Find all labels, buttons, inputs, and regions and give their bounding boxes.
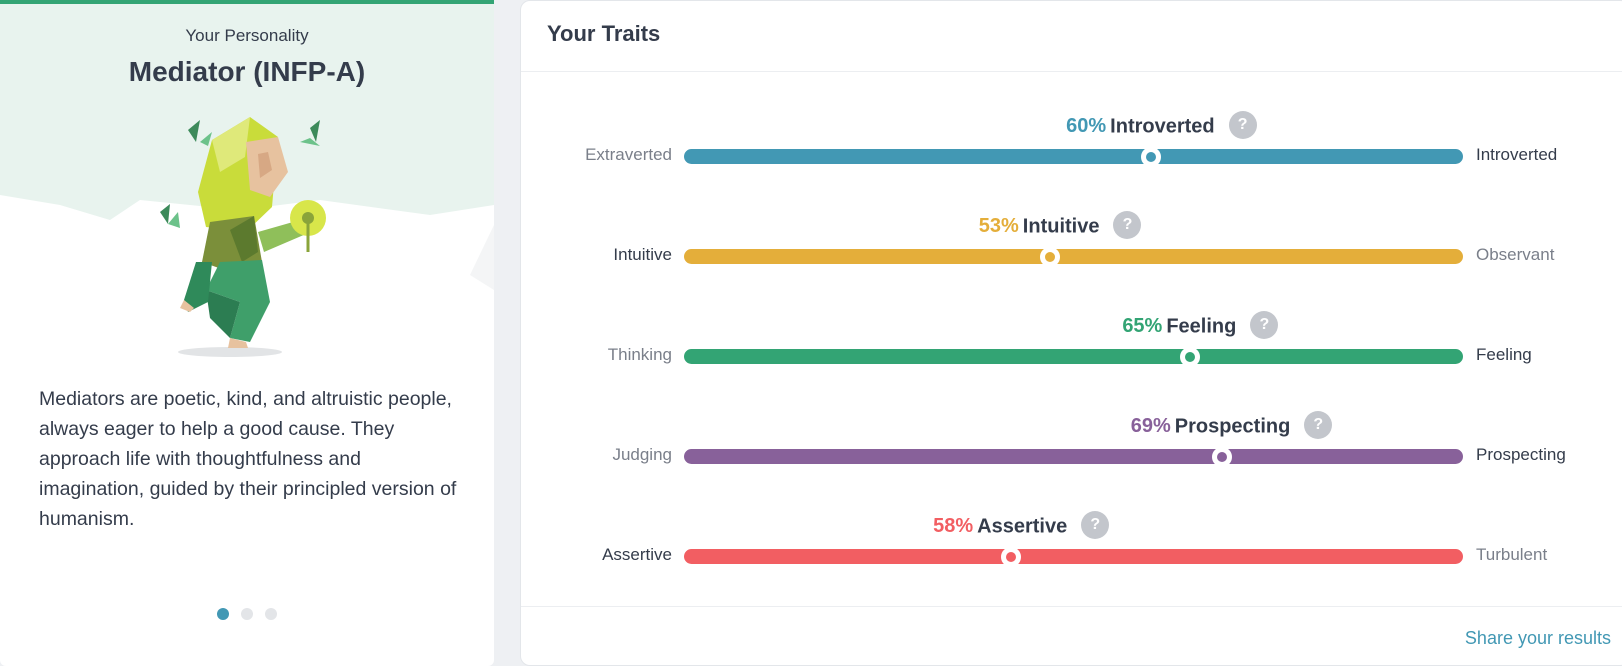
- trait-row: Intuitive Observant 53% Intuitive?: [521, 211, 1622, 281]
- trait-caption: 53% Intuitive?: [978, 211, 1142, 241]
- trait-left-label: Assertive: [602, 545, 672, 564]
- carousel-dot-3[interactable]: [265, 608, 277, 620]
- trait-knob-center: [1185, 352, 1196, 362]
- trait-row: Assertive Turbulent 58% Assertive?: [521, 511, 1622, 581]
- trait-left-label: Intuitive: [613, 245, 672, 264]
- carousel-dot-1[interactable]: [217, 608, 229, 620]
- personality-card: Your Personality Mediator (INFP-A) Media…: [0, 0, 494, 666]
- trait-caption: 58% Assertive?: [933, 511, 1110, 541]
- trait-percent: 65%: [1122, 315, 1163, 338]
- trait-caption: 69% Prospecting?: [1130, 411, 1333, 441]
- traits-title: Your Traits: [547, 21, 661, 46]
- share-results-link[interactable]: Share your results: [1465, 628, 1611, 649]
- card-eyebrow: Your Personality: [185, 26, 309, 45]
- trait-row: Extraverted Introverted 60% Introverted?: [521, 111, 1622, 181]
- trait-right-label: Turbulent: [1476, 545, 1548, 564]
- trait-percent: 60%: [1066, 115, 1107, 138]
- trait-percent: 58%: [933, 515, 974, 538]
- panel-divider: [521, 71, 1622, 72]
- panel-divider: [521, 606, 1622, 607]
- trait-knob: [1001, 547, 1022, 567]
- help-icon[interactable]: ?: [1081, 511, 1110, 539]
- trait-name: Intuitive: [1022, 215, 1100, 238]
- trait-bar: [684, 449, 1463, 464]
- trait-right-label: Introverted: [1476, 145, 1558, 164]
- trait-bar: [684, 149, 1463, 164]
- trait-knob-center: [1146, 152, 1157, 162]
- personality-title: Mediator (INFP-A): [128, 56, 366, 87]
- trait-bar: [684, 549, 1463, 564]
- trait-percent: 69%: [1130, 415, 1171, 438]
- trait-caption: 60% Introverted?: [1066, 111, 1257, 141]
- trait-name: Prospecting: [1174, 415, 1291, 438]
- help-icon[interactable]: ?: [1250, 311, 1279, 339]
- carousel-dot-2[interactable]: [241, 608, 253, 620]
- carousel-dots: [0, 607, 494, 625]
- trait-knob: [1141, 147, 1162, 167]
- trait-percent: 53%: [978, 215, 1019, 238]
- mediator-illustration: [160, 117, 326, 357]
- trait-right-label: Feeling: [1476, 345, 1532, 364]
- card-accent-strip: [0, 0, 494, 4]
- trait-knob: [1180, 347, 1201, 367]
- trait-knob: [1040, 247, 1061, 267]
- trait-left-label: Extraverted: [585, 145, 672, 164]
- trait-right-label: Observant: [1476, 245, 1555, 264]
- trait-left-label: Thinking: [607, 345, 672, 364]
- trait-right-label: Prospecting: [1476, 445, 1566, 464]
- trait-caption: 65% Feeling?: [1122, 311, 1279, 341]
- trait-left-label: Judging: [612, 445, 672, 464]
- trait-row: Thinking Feeling 65% Feeling?: [521, 311, 1622, 381]
- trait-knob-center: [1006, 552, 1017, 562]
- trait-row: Judging Prospecting 69% Prospecting?: [521, 411, 1622, 481]
- traits-panel: Your Traits Extraverted Introverted 60% Int…: [520, 0, 1622, 666]
- help-icon[interactable]: ?: [1113, 211, 1142, 239]
- trait-name: Introverted: [1110, 115, 1215, 138]
- trait-name: Assertive: [977, 515, 1068, 538]
- trait-bar: [684, 349, 1463, 364]
- trait-knob-center: [1045, 252, 1056, 262]
- trait-bar: [684, 249, 1463, 264]
- help-icon[interactable]: ?: [1228, 111, 1257, 139]
- personality-description: Mediators are poetic, kind, and altruist…: [39, 388, 457, 530]
- trait-name: Feeling: [1166, 315, 1237, 338]
- trait-knob-center: [1216, 452, 1227, 462]
- help-icon[interactable]: ?: [1304, 411, 1333, 439]
- trait-knob: [1211, 447, 1232, 467]
